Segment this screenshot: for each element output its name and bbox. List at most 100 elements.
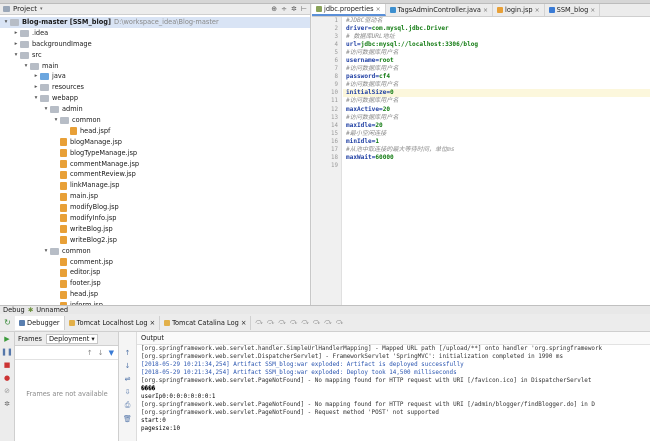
tree-item[interactable]: head.jsp (0, 289, 310, 300)
code-area[interactable]: #JDBC驱动名 driver=com.mysql.jdbc.Driver # 数据… (343, 17, 650, 170)
down-icon[interactable]: ↓ (125, 362, 131, 370)
close-icon[interactable]: × (483, 7, 488, 14)
stop-icon[interactable]: ■ (4, 361, 11, 369)
close-icon[interactable]: × (376, 6, 381, 13)
force-step-icon[interactable]: ⤼ (278, 318, 285, 327)
collapse-icon[interactable]: ÷ (281, 5, 287, 13)
view-breakpoints-icon[interactable]: ● (4, 374, 10, 382)
pause-icon[interactable]: ❚❚ (1, 348, 13, 356)
table-icon[interactable]: ⤼ (324, 318, 331, 327)
tree-item-label: modifyInfo.jsp (70, 214, 117, 223)
tree-item[interactable]: linkManage.jsp (0, 180, 310, 191)
tree-item-label: head.jsp (70, 290, 99, 299)
up-icon[interactable]: ↑ (125, 349, 131, 357)
locate-icon[interactable]: ⊕ (271, 5, 277, 13)
debug-tab[interactable]: Tomcat Localhost Log × (65, 315, 161, 330)
tree-item[interactable]: ▾ common (0, 246, 310, 257)
editor-tab[interactable]: TagsAdminController.java × (386, 4, 493, 16)
tree-item[interactable]: commentReview.jsp (0, 169, 310, 180)
expand-arrow-icon[interactable]: ▸ (12, 39, 20, 50)
expand-arrow-icon[interactable]: ▾ (52, 115, 60, 126)
arrow-up-icon[interactable]: ↑ (87, 349, 93, 357)
tree-item[interactable]: ▸ resources (0, 82, 310, 93)
editor-tabs: jdbc.properties × TagsAdminController.java… (312, 4, 650, 17)
expand-arrow-icon[interactable]: ▾ (42, 246, 50, 257)
expand-arrow-icon[interactable]: ▾ (42, 104, 50, 115)
step-out-icon[interactable]: ⤼ (290, 318, 297, 327)
folder-icon (40, 84, 49, 92)
tree-item[interactable]: blogManage.jsp (0, 137, 310, 148)
print-icon[interactable]: ⎙ (125, 401, 131, 410)
hide-icon[interactable]: ⊢ (301, 5, 307, 13)
resume-icon[interactable]: ▶ (4, 335, 9, 343)
tree-item[interactable]: modifyBlog.jsp (0, 202, 310, 213)
filter-icon[interactable]: ▼ (109, 349, 114, 357)
code-editor[interactable]: 1 2 3 4 5 6 7 8 9 10 11 12 13 14 15 16 17 18 19 #JDBC驱动名 dr… (312, 17, 650, 305)
tree-item[interactable]: writeBlog2.jsp (0, 235, 310, 246)
tree-item[interactable]: ▸ java (0, 71, 310, 82)
tree-item[interactable]: footer.jsp (0, 278, 310, 289)
tree-item[interactable]: ▾ admin (0, 104, 310, 115)
gear-icon[interactable]: ✲ (291, 5, 297, 13)
expand-arrow-icon[interactable]: ▸ (12, 28, 20, 39)
frames-label[interactable]: Frames (18, 335, 42, 343)
tree-item[interactable]: modifyInfo.jsp (0, 213, 310, 224)
expand-arrow-icon[interactable]: ▾ (32, 93, 40, 104)
tree-item[interactable]: ▾ common (0, 115, 310, 126)
editor-tab[interactable]: jdbc.properties × (312, 4, 386, 16)
tree-item[interactable]: ▾ webapp (0, 93, 310, 104)
arrow-down-icon[interactable]: ↓ (98, 349, 104, 357)
tree-item[interactable]: ▸ .idea (0, 28, 310, 39)
code-line: driver=com.mysql.jdbc.Driver (343, 25, 650, 33)
close-icon[interactable]: × (150, 319, 156, 327)
editor-tab[interactable]: SSM_blog × (545, 4, 601, 16)
tree-item[interactable]: blogTypeManage.jsp (0, 148, 310, 159)
debug-tab[interactable]: Tomcat Catalina Log × (160, 315, 252, 330)
line-number: 15 (331, 130, 338, 137)
settings-icon[interactable]: ✲ (4, 400, 10, 408)
rerun-icon[interactable]: ↻ (0, 318, 15, 327)
close-icon[interactable]: × (590, 7, 595, 14)
editor-tab-label: TagsAdminController.java (397, 6, 481, 14)
folder-icon (20, 40, 29, 48)
mute-breakpoints-icon[interactable]: ⊘ (4, 387, 10, 395)
more-icon[interactable]: ⤼ (336, 318, 343, 327)
tree-item[interactable]: head.jspf (0, 126, 310, 137)
debug-config-name[interactable]: Unnamed (36, 306, 68, 314)
step-into-icon[interactable]: ⤼ (267, 318, 274, 327)
editor-tab[interactable]: login.jsp × (493, 4, 545, 16)
tree-item[interactable]: writeBlog.jsp (0, 224, 310, 235)
code-line: url=jdbc:mysql://localhost:3306/blog (343, 41, 650, 49)
tree-item[interactable]: ▾ src (0, 50, 310, 61)
expand-arrow-icon[interactable]: ▾ (12, 50, 20, 61)
tree-item[interactable]: main.jsp (0, 191, 310, 202)
scroll-end-icon[interactable]: ⇩ (125, 388, 131, 396)
evaluate-icon[interactable]: ⤼ (313, 318, 320, 327)
tree-item[interactable]: commentManage.jsp (0, 159, 310, 170)
tree-item[interactable]: ▾ Blog-master [SSM_blog] D:\workspace_idea… (0, 17, 310, 28)
tree-item[interactable]: ▸ backgroundImage (0, 39, 310, 50)
expand-arrow-icon[interactable]: ▸ (32, 82, 40, 93)
console-output[interactable]: Output [org.springframework.web.servlet.… (137, 332, 650, 441)
tree-item-label: comment.jsp (70, 257, 113, 266)
wrap-icon[interactable]: ⇌ (125, 375, 131, 383)
expand-arrow-icon[interactable]: ▾ (22, 61, 30, 72)
close-icon[interactable]: × (241, 319, 247, 327)
expand-arrow-icon[interactable]: ▸ (32, 71, 40, 82)
dropdown-arrow-icon[interactable]: ▾ (40, 6, 43, 12)
deployment-selector[interactable]: Deployment ▾ (45, 333, 98, 344)
project-panel-title[interactable]: Project (13, 5, 37, 13)
trash-icon[interactable]: 🗑 (123, 415, 132, 423)
close-icon[interactable]: × (535, 7, 540, 14)
run-to-cursor-icon[interactable]: ⤼ (301, 318, 308, 327)
tree-item[interactable]: ▾ main (0, 61, 310, 72)
tree-item[interactable]: editor.jsp (0, 267, 310, 278)
comment-text: #访问数据库用户名 (346, 113, 399, 121)
step-over-icon[interactable]: ⤼ (255, 318, 262, 327)
output-lines: [org.springframework.web.servlet.handler… (137, 345, 650, 434)
tree-item[interactable]: comment.jsp (0, 257, 310, 268)
debug-tab[interactable]: Debugger (15, 315, 65, 330)
line-number: 17 (331, 146, 338, 153)
expand-arrow-icon[interactable]: ▾ (2, 17, 10, 28)
